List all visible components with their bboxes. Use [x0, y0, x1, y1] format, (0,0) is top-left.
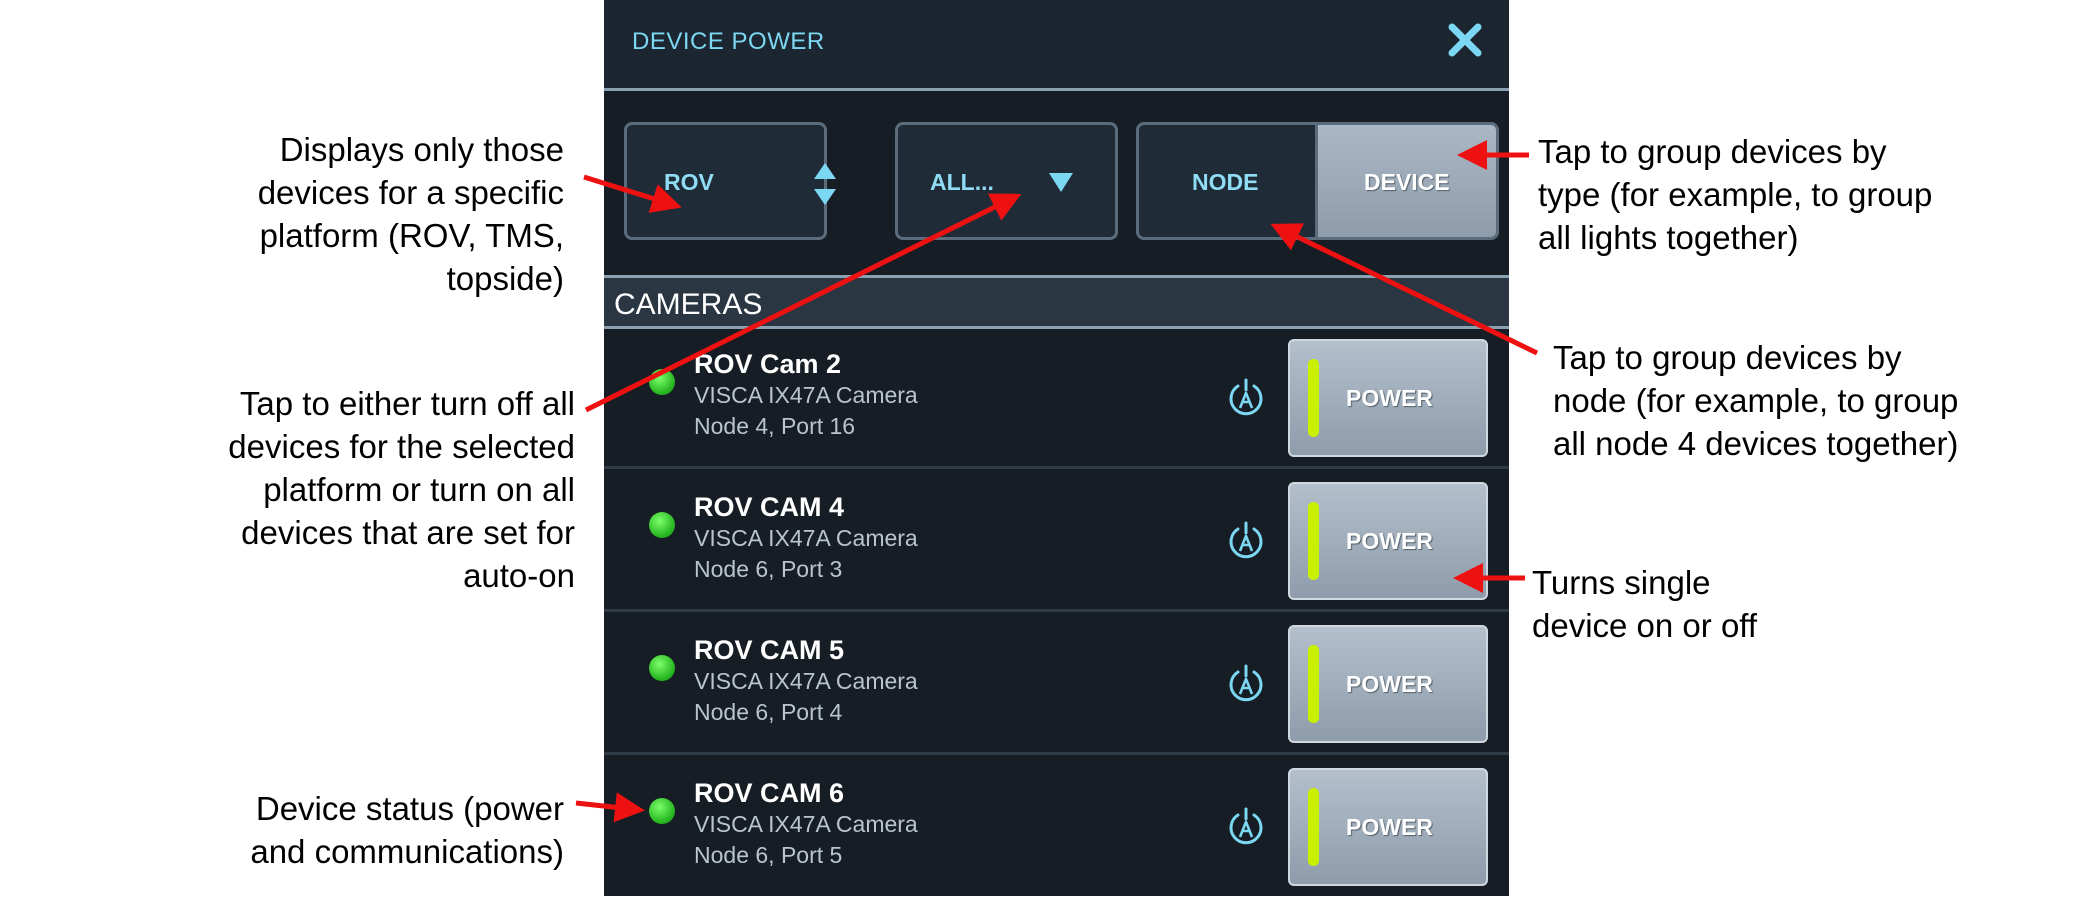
- status-indicator: [649, 655, 675, 681]
- device-name: ROV Cam 2: [694, 349, 842, 379]
- up-down-arrows-icon: [814, 163, 836, 205]
- all-power-label: ALL...: [930, 169, 994, 195]
- power-label: POWER: [1346, 528, 1433, 554]
- device-node-port: Node 4, Port 16: [694, 413, 856, 439]
- device-name: ROV CAM 5: [694, 635, 845, 665]
- device-type: VISCA IX47A Camera: [694, 668, 918, 694]
- power-button[interactable]: POWER: [1288, 625, 1488, 743]
- status-indicator: [649, 512, 675, 538]
- device-row: ROV Cam 2 VISCA IX47A Camera Node 4, Por…: [604, 329, 1509, 469]
- auto-on-icon: [1229, 664, 1263, 702]
- auto-on-icon: [1229, 807, 1263, 845]
- power-button[interactable]: POWER: [1288, 482, 1488, 600]
- power-annotation: Turns single device on or off: [1532, 564, 1758, 644]
- close-icon[interactable]: [1443, 18, 1487, 62]
- device-name: ROV CAM 4: [694, 492, 845, 522]
- power-indicator: [1308, 359, 1319, 437]
- panel-header: DEVICE POWER: [604, 0, 1509, 91]
- group-by-device-label: DEVICE: [1364, 169, 1450, 195]
- auto-on-icon: [1229, 378, 1263, 416]
- power-label: POWER: [1346, 385, 1433, 411]
- platform-annotation: Displays only those devices for a specif…: [257, 131, 564, 297]
- panel-title: DEVICE POWER: [632, 28, 825, 55]
- power-label: POWER: [1346, 814, 1433, 840]
- device-node-port: Node 6, Port 4: [694, 699, 843, 725]
- power-label: POWER: [1346, 671, 1433, 697]
- power-button[interactable]: POWER: [1288, 768, 1488, 886]
- device-type: VISCA IX47A Camera: [694, 525, 918, 551]
- device-type: VISCA IX47A Camera: [694, 811, 918, 837]
- group-by-node-button[interactable]: NODE: [1139, 125, 1315, 237]
- cameras-section-header: CAMERAS: [604, 275, 1509, 329]
- device-power-panel: DEVICE POWER ROV ALL... NODE DEVICE CAME…: [604, 0, 1509, 896]
- device-row: ROV CAM 5 VISCA IX47A Camera Node 6, Por…: [604, 615, 1509, 755]
- device-group-annotation: Tap to group devices by type (for exampl…: [1538, 133, 1933, 256]
- power-indicator: [1308, 645, 1319, 723]
- auto-on-icon: [1229, 521, 1263, 559]
- device-row: ROV CAM 6 VISCA IX47A Camera Node 6, Por…: [604, 758, 1509, 898]
- power-indicator: [1308, 502, 1319, 580]
- status-annotation: Device status (power and communications): [250, 790, 564, 870]
- platform-selector[interactable]: ROV: [624, 122, 836, 240]
- platform-value: ROV: [664, 169, 714, 195]
- node-group-annotation: Tap to group devices by node (for exampl…: [1553, 339, 1959, 462]
- group-by-device-button[interactable]: DEVICE: [1315, 125, 1496, 237]
- all-power-toggle[interactable]: ALL...: [895, 122, 1118, 240]
- chevron-down-icon: [1049, 173, 1073, 192]
- group-by-node-label: NODE: [1192, 169, 1259, 195]
- grouping-toggle: NODE DEVICE: [1136, 122, 1499, 240]
- status-indicator: [649, 798, 675, 824]
- power-indicator: [1308, 788, 1319, 866]
- device-node-port: Node 6, Port 3: [694, 556, 843, 582]
- device-name: ROV CAM 6: [694, 778, 845, 808]
- status-indicator: [649, 369, 675, 395]
- device-row: ROV CAM 4 VISCA IX47A Camera Node 6, Por…: [604, 472, 1509, 612]
- power-button[interactable]: POWER: [1288, 339, 1488, 457]
- device-type: VISCA IX47A Camera: [694, 382, 918, 408]
- section-label: CAMERAS: [614, 288, 763, 321]
- device-node-port: Node 6, Port 5: [694, 842, 843, 868]
- all-toggle-annotation: Tap to either turn off all devices for t…: [228, 385, 575, 594]
